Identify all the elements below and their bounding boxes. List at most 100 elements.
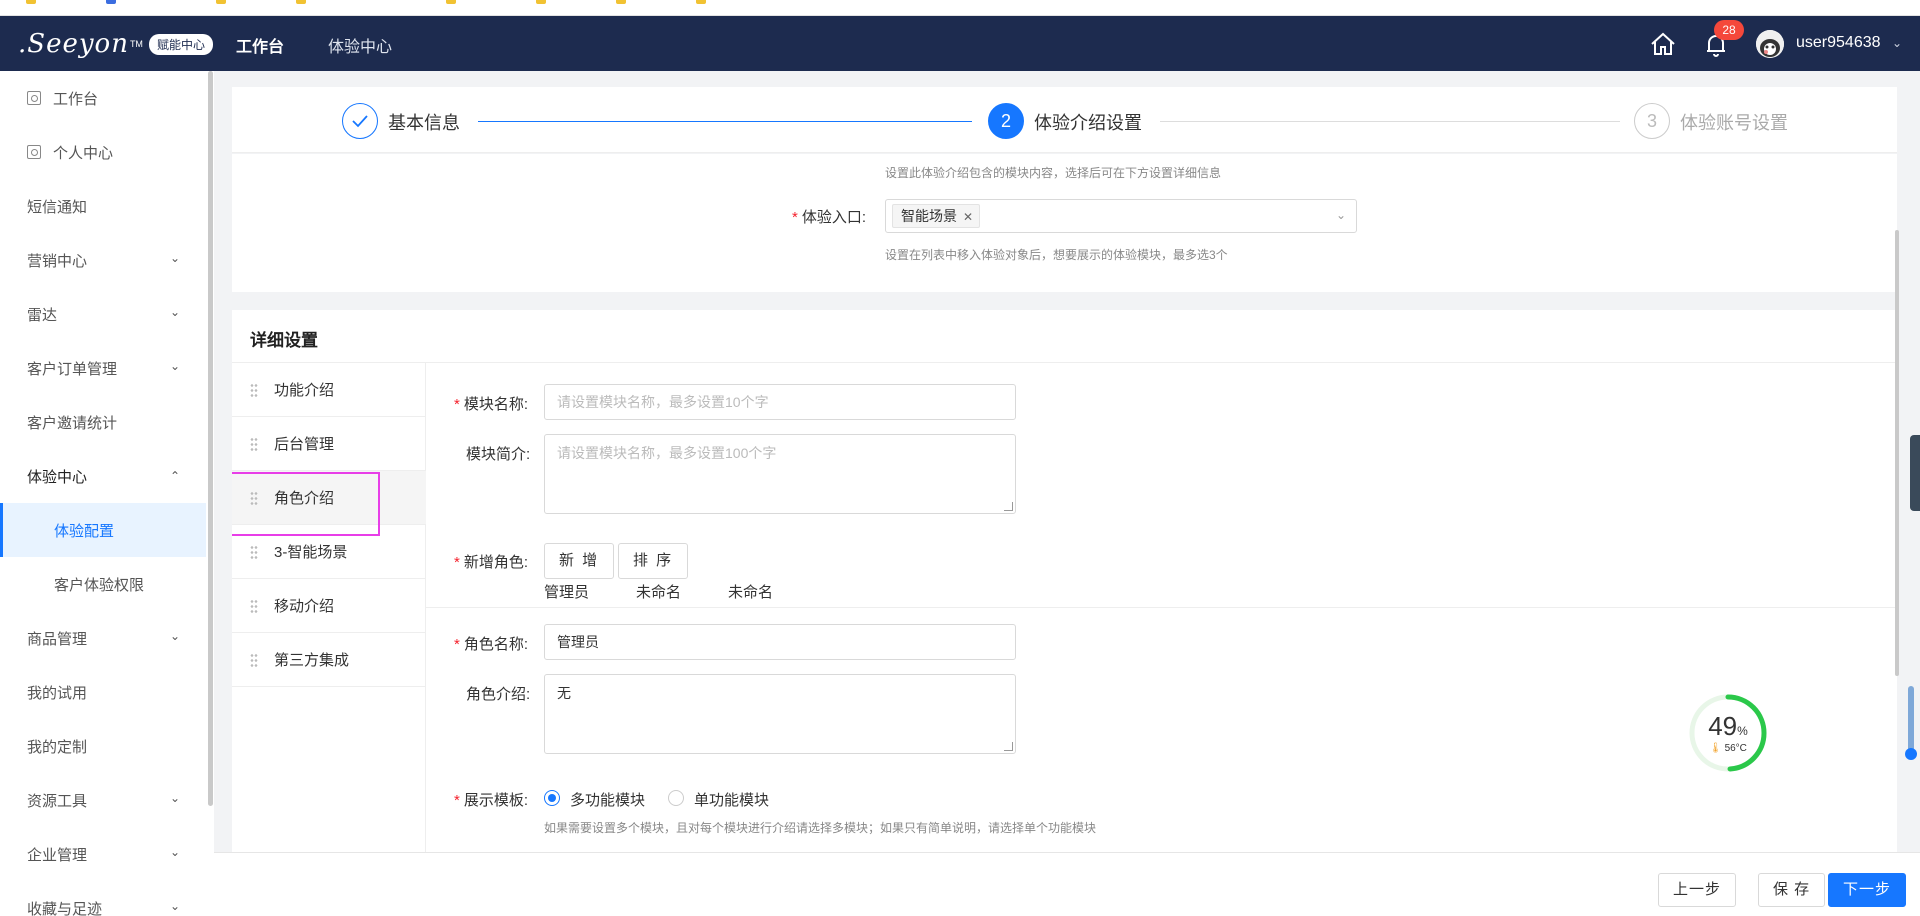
entry-select[interactable]: 智能场景 ✕ ⌄ (885, 199, 1357, 233)
thermometer-icon: 🌡 (1709, 743, 1722, 754)
chevron-down-icon[interactable]: ⌄ (1892, 36, 1902, 50)
radio-label[interactable]: 多功能模块 (570, 789, 645, 810)
avatar[interactable] (1756, 30, 1784, 58)
bookmark-icon[interactable] (216, 0, 226, 4)
bookmarks-bar (0, 0, 1920, 16)
content-scrollbar[interactable] (1895, 230, 1899, 676)
sidebar-item-label: 客户邀请统计 (27, 414, 118, 432)
username[interactable]: user954638 (1796, 34, 1881, 52)
required-mark: * (792, 209, 798, 226)
sidebar-item-label: 营销中心 (27, 252, 88, 270)
nav-workbench[interactable]: 工作台 (236, 33, 284, 57)
sidebar-item-my-customization[interactable]: 我的定制 (0, 719, 206, 773)
step-label: 基本信息 (388, 113, 460, 133)
drag-handle-icon[interactable] (250, 437, 258, 451)
thermometer-icon (1905, 686, 1917, 760)
chevron-down-icon: ⌄ (169, 845, 180, 859)
avatar-icon (1756, 30, 1784, 58)
memory-gauge[interactable]: 49% 🌡 56°C (1688, 693, 1768, 773)
drag-handle-icon[interactable] (250, 599, 258, 613)
sidebar-item-label: 个人中心 (53, 144, 114, 162)
user-icon (27, 145, 41, 159)
sidebar-item-marketing[interactable]: 营销中心 ⌄ (0, 233, 206, 287)
bookmark-icon[interactable] (696, 0, 706, 4)
radio-label[interactable]: 单功能模块 (694, 789, 769, 810)
divider (426, 607, 1897, 608)
sidebar-item-label: 体验配置 (54, 522, 115, 540)
sidebar-item-radar[interactable]: 雷达 ⌄ (0, 287, 206, 341)
role-tab[interactable]: 管理员 (544, 581, 589, 602)
drag-handle-icon[interactable] (250, 545, 258, 559)
main-content: 基本信息 2 体验介绍设置 3 体验账号设置 设置此体验介绍包含的模块内容，选择… (232, 87, 1897, 857)
prev-step-button[interactable]: 上一步 (1658, 873, 1737, 907)
drag-handle-icon[interactable] (250, 653, 258, 667)
sidebar-item-label: 体验中心 (27, 468, 88, 486)
module-item[interactable]: 后台管理 (232, 417, 426, 471)
sidebar-item-enterprise[interactable]: 企业管理 ⌄ (0, 827, 206, 881)
chevron-down-icon[interactable]: ⌄ (1336, 208, 1346, 222)
sidebar-item-invite-stats[interactable]: 客户邀请统计 (0, 395, 206, 449)
template-label: * 展示模板: (454, 792, 529, 809)
entry-hint: 设置在列表中移入体验对象后，想要展示的体验模块，最多选3个 (885, 248, 1228, 262)
logo[interactable]: .Seeyon TM 赋能中心 (18, 29, 213, 59)
bookmark-icon[interactable] (106, 0, 116, 4)
radio-single-module[interactable] (668, 790, 684, 806)
add-role-button[interactable]: 新 增 (544, 543, 615, 579)
bookmark-icon[interactable] (446, 0, 456, 4)
module-list: 功能介绍 后台管理 角色介绍 3-智能场景 移动介绍 第三方集成 (232, 363, 426, 857)
role-tab[interactable]: 未命名 (728, 581, 773, 602)
module-item[interactable]: 第三方集成 (232, 633, 426, 687)
role-name-input[interactable]: 管理员 (544, 624, 1016, 660)
sort-roles-button[interactable]: 排 序 (618, 543, 689, 579)
drag-handle-icon[interactable] (250, 383, 258, 397)
module-name-input[interactable]: 请设置模块名称，最多设置10个字 (544, 384, 1016, 420)
next-step-button[interactable]: 下一步 (1828, 873, 1907, 907)
module-intro-textarea[interactable]: 请设置模块名称，最多设置100个字 (544, 434, 1016, 514)
chevron-down-icon: ⌄ (169, 251, 180, 265)
chevron-down-icon: ⌄ (169, 359, 180, 373)
sidebar-item-sms[interactable]: 短信通知 (0, 179, 206, 233)
nav-experience-center[interactable]: 体验中心 (328, 33, 392, 57)
close-icon[interactable]: ✕ (963, 210, 973, 224)
bookmark-icon[interactable] (616, 0, 626, 4)
sidebar-item-experience-center[interactable]: 体验中心 ⌃ (0, 449, 206, 503)
sidebar-item-my-trials[interactable]: 我的试用 (0, 665, 206, 719)
chevron-up-icon: ⌃ (169, 469, 180, 483)
sidebar-item-label: 我的试用 (27, 684, 88, 702)
detail-panel: 详细设置 功能介绍 后台管理 角色介绍 3-智能场景 移动介绍 第三方集成 * 模… (232, 310, 1897, 857)
role-intro-textarea[interactable]: 无 (544, 674, 1016, 754)
role-tab[interactable]: 未命名 (636, 581, 681, 602)
module-intro-label: 模块简介: (466, 446, 531, 463)
sidebar-item-workbench[interactable]: 工作台 (0, 71, 206, 125)
sidebar-item-experience-config[interactable]: 体验配置 (0, 503, 206, 557)
sidebar-item-label: 企业管理 (27, 846, 88, 864)
save-button[interactable]: 保 存 (1758, 873, 1826, 907)
home-icon[interactable] (1650, 32, 1676, 56)
sidebar-item-label: 雷达 (27, 306, 58, 324)
bookmark-icon[interactable] (296, 0, 306, 4)
sidebar-item-products[interactable]: 商品管理 ⌄ (0, 611, 206, 665)
sidebar-scrollbar[interactable] (208, 71, 213, 806)
workbench-icon (27, 91, 41, 105)
sidebar-item-label: 短信通知 (27, 198, 88, 216)
sidebar-item-label: 商品管理 (27, 630, 88, 648)
module-item[interactable]: 功能介绍 (232, 363, 426, 417)
sidebar-item-label: 工作台 (53, 90, 99, 108)
sidebar-item-personal-center[interactable]: 个人中心 (0, 125, 206, 179)
step-number: 3 (1634, 103, 1670, 139)
module-form: * 模块名称: 请设置模块名称，最多设置10个字 模块简介: 请设置模块名称，最多… (426, 363, 1897, 857)
chevron-down-icon: ⌄ (169, 305, 180, 319)
sidebar-item-experience-permission[interactable]: 客户体验权限 (0, 557, 206, 611)
sidebar-item-orders[interactable]: 客户订单管理 ⌄ (0, 341, 206, 395)
side-toolbar-handle[interactable] (1910, 435, 1920, 511)
sidebar: 工作台 个人中心 短信通知 营销中心 ⌄ 雷达 ⌄ 客户订单管理 ⌄ 客户邀请统… (0, 71, 214, 916)
bookmark-icon[interactable] (536, 0, 546, 4)
sidebar-item-label: 客户订单管理 (27, 360, 118, 378)
radio-multi-module[interactable] (544, 790, 560, 806)
sidebar-item-resource-tools[interactable]: 资源工具 ⌄ (0, 773, 206, 827)
module-item[interactable]: 移动介绍 (232, 579, 426, 633)
module-name-label: * 模块名称: (454, 396, 529, 413)
bookmark-icon[interactable] (26, 0, 36, 4)
sidebar-item-favorites[interactable]: 收藏与足迹 ⌄ (0, 881, 206, 916)
intro-panel: 设置此体验介绍包含的模块内容，选择后可在下方设置详细信息 * 体验入口: 智能场景… (232, 154, 1897, 292)
